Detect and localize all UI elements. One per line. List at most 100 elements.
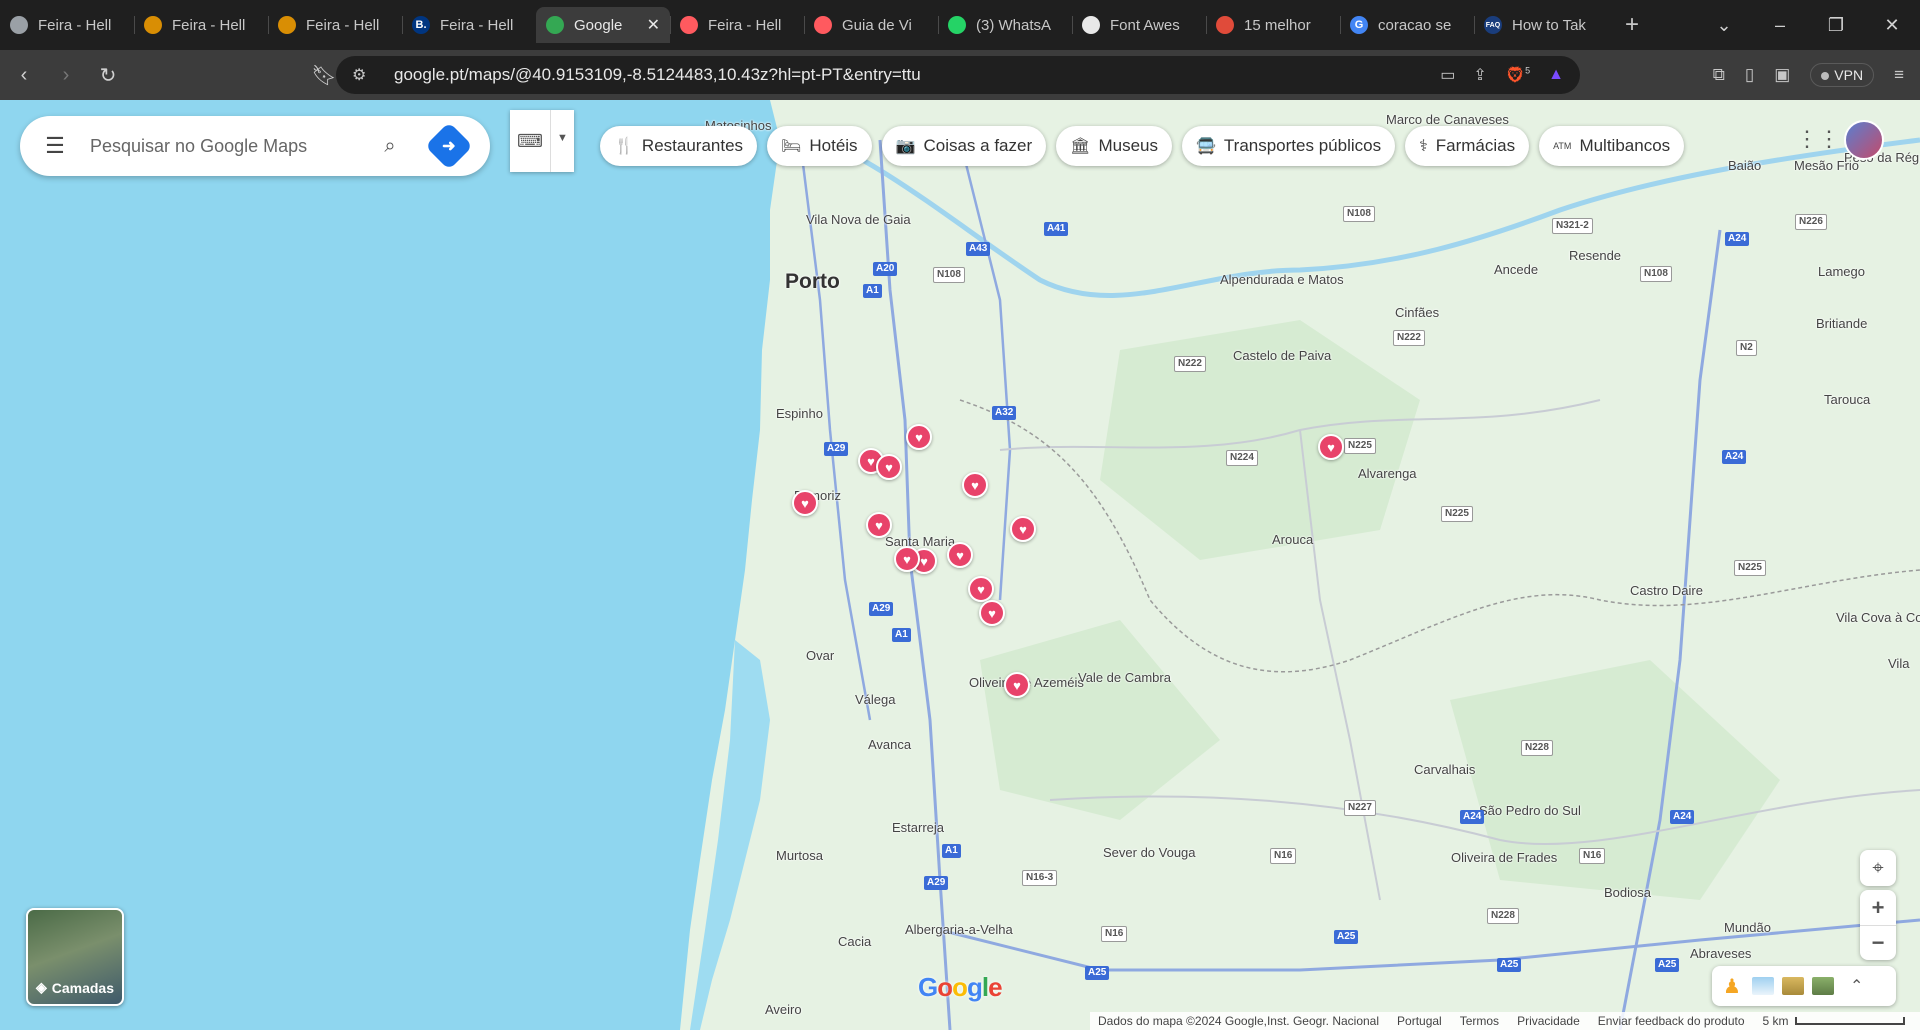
place-label[interactable]: Vila Cova à Coelheira (1836, 610, 1920, 625)
place-label[interactable]: Cacia (838, 934, 871, 949)
tab-3[interactable]: B. Feira - Hell (402, 7, 536, 43)
chip-farm-cias[interactable]: ⚕ Farmácias (1405, 126, 1530, 166)
chip-hot-is[interactable]: 🛏 Hotéis (767, 126, 872, 166)
place-label[interactable]: Mundão (1724, 920, 1771, 935)
place-label[interactable]: Vila Nova de Gaia (806, 212, 911, 227)
imagery-thumbnail-2[interactable] (1782, 977, 1804, 995)
wallet-icon[interactable]: ▣ (1774, 65, 1790, 85)
place-label[interactable]: Vale de Cambra (1078, 670, 1171, 685)
place-label[interactable]: São Pedro do Sul (1479, 803, 1581, 818)
place-label[interactable]: Abraveses (1690, 946, 1751, 961)
chip-transportes-p-blicos[interactable]: 🚍 Transportes públicos (1181, 126, 1396, 166)
place-label[interactable]: Bodiosa (1604, 885, 1651, 900)
place-label[interactable]: Carvalhais (1414, 762, 1475, 777)
place-label[interactable]: Castro Daire (1630, 583, 1703, 598)
minimize-button[interactable]: – (1752, 15, 1808, 36)
place-label[interactable]: Porto (785, 270, 840, 294)
new-tab-button[interactable]: + (1614, 11, 1650, 39)
search-icon[interactable]: ⌕ (370, 135, 410, 158)
brave-shields-icon[interactable]: 🦁︎5 (1505, 65, 1530, 85)
tab-7[interactable]: (3) WhatsA (938, 7, 1072, 43)
expand-up-icon[interactable]: ⌃ (1850, 976, 1863, 996)
tab-10[interactable]: Gcoracao se (1340, 7, 1474, 43)
chip-coisas-a-fazer[interactable]: 📷 Coisas a fazer (881, 126, 1047, 166)
tab-4[interactable]: Google ✕ (536, 7, 670, 43)
url-text[interactable]: google.pt/maps/@40.9153109,-8.5124483,10… (394, 65, 921, 85)
saved-place-heart-icon[interactable]: ♥ (876, 454, 902, 480)
place-label[interactable]: Cinfães (1395, 305, 1439, 320)
place-label[interactable]: Válega (855, 692, 895, 707)
terms-link[interactable]: Termos (1460, 1014, 1499, 1028)
share-icon[interactable]: ⇪ (1473, 65, 1486, 85)
sidebar-icon[interactable]: ▯ (1745, 65, 1754, 85)
pegman-icon[interactable]: ♟ (1720, 974, 1744, 999)
close-tab-icon[interactable]: ✕ (647, 15, 660, 35)
search-input[interactable] (90, 135, 370, 157)
restore-button[interactable]: ❐ (1808, 15, 1864, 36)
tab-8[interactable]: Font Awes (1072, 7, 1206, 43)
map-canvas[interactable]: PortoMatosinhosVila Nova de GaiaEspinhoE… (0, 100, 1920, 1030)
place-label[interactable]: Resende (1569, 248, 1621, 263)
place-label[interactable]: Lamego (1818, 264, 1865, 279)
tab-6[interactable]: Guia de Vi (804, 7, 938, 43)
privacy-link[interactable]: Privacidade (1517, 1014, 1580, 1028)
place-label[interactable]: Baião (1728, 158, 1761, 173)
place-label[interactable]: Alpendurada e Matos (1220, 272, 1344, 287)
place-label[interactable]: Tarouca (1824, 392, 1870, 407)
scale-indicator[interactable]: 5 km (1763, 1014, 1905, 1028)
place-label[interactable]: Ovar (806, 648, 834, 663)
site-settings-icon[interactable]: ⚙ (352, 65, 376, 85)
menu-icon[interactable]: ≡ (1894, 65, 1904, 85)
saved-place-heart-icon[interactable]: ♥ (968, 576, 994, 602)
zoom-out-button[interactable]: − (1860, 925, 1896, 960)
tab-11[interactable]: FAQ How to Tak (1474, 7, 1608, 43)
tab-0[interactable]: Feira - Hell (0, 7, 134, 43)
saved-place-heart-icon[interactable]: ♥ (1004, 672, 1030, 698)
place-label[interactable]: Arouca (1272, 532, 1313, 547)
place-label[interactable]: Avanca (868, 737, 911, 752)
saved-place-heart-icon[interactable]: ♥ (1318, 434, 1344, 460)
saved-place-heart-icon[interactable]: ♥ (866, 512, 892, 538)
vpn-button[interactable]: VPN (1810, 63, 1875, 87)
forward-icon[interactable]: › (48, 64, 84, 87)
imagery-thumbnail-1[interactable] (1752, 977, 1774, 995)
place-label[interactable]: Vila (1888, 656, 1909, 671)
saved-place-heart-icon[interactable]: ♥ (947, 542, 973, 568)
keyboard-icon[interactable]: ⌨ (510, 131, 550, 152)
place-label[interactable]: Albergaria-a-Velha (905, 922, 1013, 937)
chip-restaurantes[interactable]: 🍴 Restaurantes (600, 126, 758, 166)
tab-5[interactable]: Feira - Hell (670, 7, 804, 43)
hamburger-menu-icon[interactable]: ☰ (20, 133, 90, 159)
tab-9[interactable]: 15 melhor (1206, 7, 1340, 43)
place-label[interactable]: Britiande (1816, 316, 1867, 331)
imagery-thumbnail-3[interactable] (1812, 977, 1834, 995)
chip-museus[interactable]: 🏛 Museus (1056, 126, 1172, 166)
brave-rewards-icon[interactable]: ▲ (1548, 66, 1564, 84)
chevron-down-icon[interactable]: ▼ (550, 110, 574, 172)
saved-place-heart-icon[interactable]: ♥ (894, 546, 920, 572)
place-label[interactable]: Marco de Canaveses (1386, 112, 1509, 127)
saved-place-heart-icon[interactable]: ♥ (962, 472, 988, 498)
directions-button[interactable]: ➜ (424, 121, 474, 171)
address-bar[interactable]: ⚙ google.pt/maps/@40.9153109,-8.5124483,… (336, 56, 1580, 94)
place-label[interactable]: Oliveira de Frades (1451, 850, 1557, 865)
chip-multibancos[interactable]: ATM Multibancos (1539, 126, 1685, 166)
place-label[interactable]: Aveiro (765, 1002, 802, 1017)
saved-place-heart-icon[interactable]: ♥ (792, 490, 818, 516)
close-window-button[interactable]: ✕ (1864, 15, 1920, 36)
place-label[interactable]: Estarreja (892, 820, 944, 835)
layers-button[interactable]: ◈ Camadas (26, 908, 124, 1006)
cast-icon[interactable]: ▭ (1440, 65, 1455, 85)
tab-2[interactable]: Feira - Hell (268, 7, 402, 43)
place-label[interactable]: Sever do Vouga (1103, 845, 1196, 860)
place-label[interactable]: Ancede (1494, 262, 1538, 277)
search-box[interactable]: ☰ ⌕ ➜ (20, 116, 490, 176)
input-tools-button[interactable]: ⌨ ▼ (510, 110, 574, 172)
place-label[interactable]: Santa Maria (885, 534, 955, 549)
saved-place-heart-icon[interactable]: ♥ (906, 424, 932, 450)
back-icon[interactable]: ‹ (6, 64, 42, 87)
place-label[interactable]: Castelo de Paiva (1233, 348, 1331, 363)
saved-place-heart-icon[interactable]: ♥ (979, 600, 1005, 626)
feedback-link[interactable]: Enviar feedback do produto (1598, 1014, 1745, 1028)
place-label[interactable]: Murtosa (776, 848, 823, 863)
